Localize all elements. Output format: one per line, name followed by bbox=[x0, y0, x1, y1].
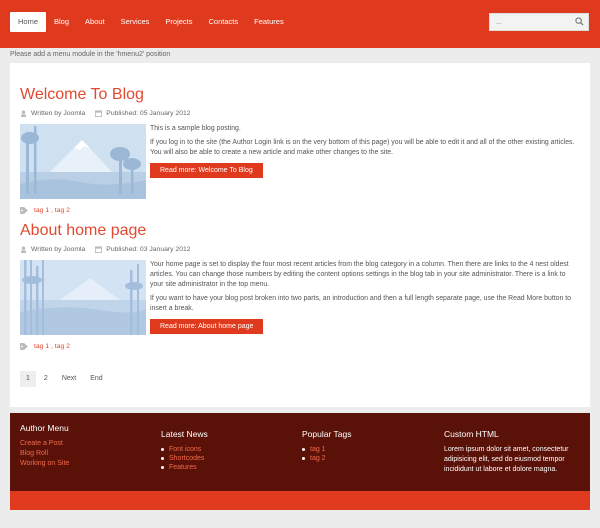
user-icon bbox=[20, 109, 27, 117]
article-meta: Written by Joomla Published: 05 January … bbox=[20, 108, 580, 118]
article-image[interactable] bbox=[20, 124, 146, 199]
tag-icon bbox=[20, 207, 28, 214]
article-paragraph: If you log in to the site (the Author Lo… bbox=[150, 139, 575, 156]
header-bar: Home Blog About Services Projects Contac… bbox=[0, 0, 600, 48]
article-paragraph: Your home page is set to display the fou… bbox=[150, 261, 569, 288]
tag-icon bbox=[20, 343, 28, 350]
nav-item-features[interactable]: Features bbox=[246, 12, 292, 32]
latest-news-item[interactable]: Shortcodes bbox=[161, 454, 301, 463]
article-paragraph: This is a sample blog posting. bbox=[150, 125, 241, 132]
tag-links[interactable]: tag 1 , tag 2 bbox=[34, 207, 70, 214]
article-meta: Written by Joomla Published: 03 January … bbox=[20, 244, 580, 254]
blog-article: About home page Written by Joomla Publis… bbox=[20, 221, 580, 350]
search-box bbox=[489, 13, 589, 31]
author-menu-link[interactable]: Working on Site bbox=[20, 459, 160, 469]
footer-heading: Popular Tags bbox=[302, 429, 352, 439]
footer-heading: Author Menu bbox=[20, 423, 69, 433]
page-next[interactable]: Next bbox=[56, 371, 82, 387]
nav-item-contacts[interactable]: Contacts bbox=[201, 12, 247, 32]
page-2[interactable]: 2 bbox=[38, 371, 54, 387]
custom-html: Custom HTML Lorem ipsum dolor sit amet, … bbox=[444, 429, 584, 475]
article-image[interactable] bbox=[20, 260, 146, 335]
nav-item-services[interactable]: Services bbox=[113, 12, 158, 32]
popular-tags: Popular Tags tag 1 tag 2 bbox=[302, 429, 442, 463]
calendar-icon bbox=[95, 109, 103, 117]
article-published: Published: 05 January 2012 bbox=[106, 109, 191, 117]
article-author: Written by Joomla bbox=[31, 245, 86, 253]
article-title[interactable]: About home page bbox=[20, 221, 580, 241]
menu-notice: Please add a menu module in the 'hmenu2'… bbox=[10, 51, 171, 58]
nav-item-projects[interactable]: Projects bbox=[157, 12, 200, 32]
tag-links[interactable]: tag 1 , tag 2 bbox=[34, 343, 70, 350]
latest-news: Latest News Font icons Shortcodes Featur… bbox=[161, 429, 301, 472]
author-menu-link[interactable]: Create a Post bbox=[20, 439, 160, 449]
footer-bottom-bar bbox=[10, 491, 590, 510]
author-menu-link[interactable]: Blog Roll bbox=[20, 449, 160, 459]
article-paragraph: If you want to have your blog post broke… bbox=[150, 295, 571, 312]
article-tags: tag 1 , tag 2 bbox=[20, 207, 580, 214]
content-area: Welcome To Blog Written by Joomla Publis… bbox=[10, 63, 590, 407]
user-icon bbox=[20, 245, 27, 253]
latest-news-item[interactable]: Font icons bbox=[161, 445, 301, 454]
popular-tag-item[interactable]: tag 1 bbox=[302, 445, 442, 454]
custom-html-text: Lorem ipsum dolor sit amet, consectetur … bbox=[444, 446, 569, 473]
author-menu: Author Menu Create a Post Blog Roll Work… bbox=[20, 423, 160, 469]
nav-item-blog[interactable]: Blog bbox=[46, 12, 77, 32]
article-tags: tag 1 , tag 2 bbox=[20, 343, 580, 350]
latest-news-item[interactable]: Features bbox=[161, 463, 301, 472]
nav-item-home[interactable]: Home bbox=[10, 12, 47, 32]
calendar-icon bbox=[95, 245, 103, 253]
page-end[interactable]: End bbox=[84, 371, 108, 387]
pagination: 1 2 Next End bbox=[20, 371, 111, 387]
readmore-button[interactable]: Read more: About home page bbox=[150, 319, 264, 334]
footer-heading: Custom HTML bbox=[444, 429, 499, 439]
footer-heading: Latest News bbox=[161, 429, 208, 439]
search-icon[interactable] bbox=[575, 17, 584, 26]
readmore-button[interactable]: Read more: Welcome To Blog bbox=[150, 163, 263, 178]
article-published: Published: 03 January 2012 bbox=[106, 245, 191, 253]
article-author: Written by Joomla bbox=[31, 109, 86, 117]
footer: Author Menu Create a Post Blog Roll Work… bbox=[10, 413, 590, 491]
blog-article: Welcome To Blog Written by Joomla Publis… bbox=[20, 85, 580, 214]
popular-tag-item[interactable]: tag 2 bbox=[302, 454, 442, 463]
search-input[interactable] bbox=[490, 14, 570, 30]
nav-item-about[interactable]: About bbox=[77, 12, 113, 32]
page-1[interactable]: 1 bbox=[20, 371, 36, 387]
article-title[interactable]: Welcome To Blog bbox=[20, 85, 580, 105]
main-nav: Home Blog About Services Projects Contac… bbox=[10, 12, 292, 32]
